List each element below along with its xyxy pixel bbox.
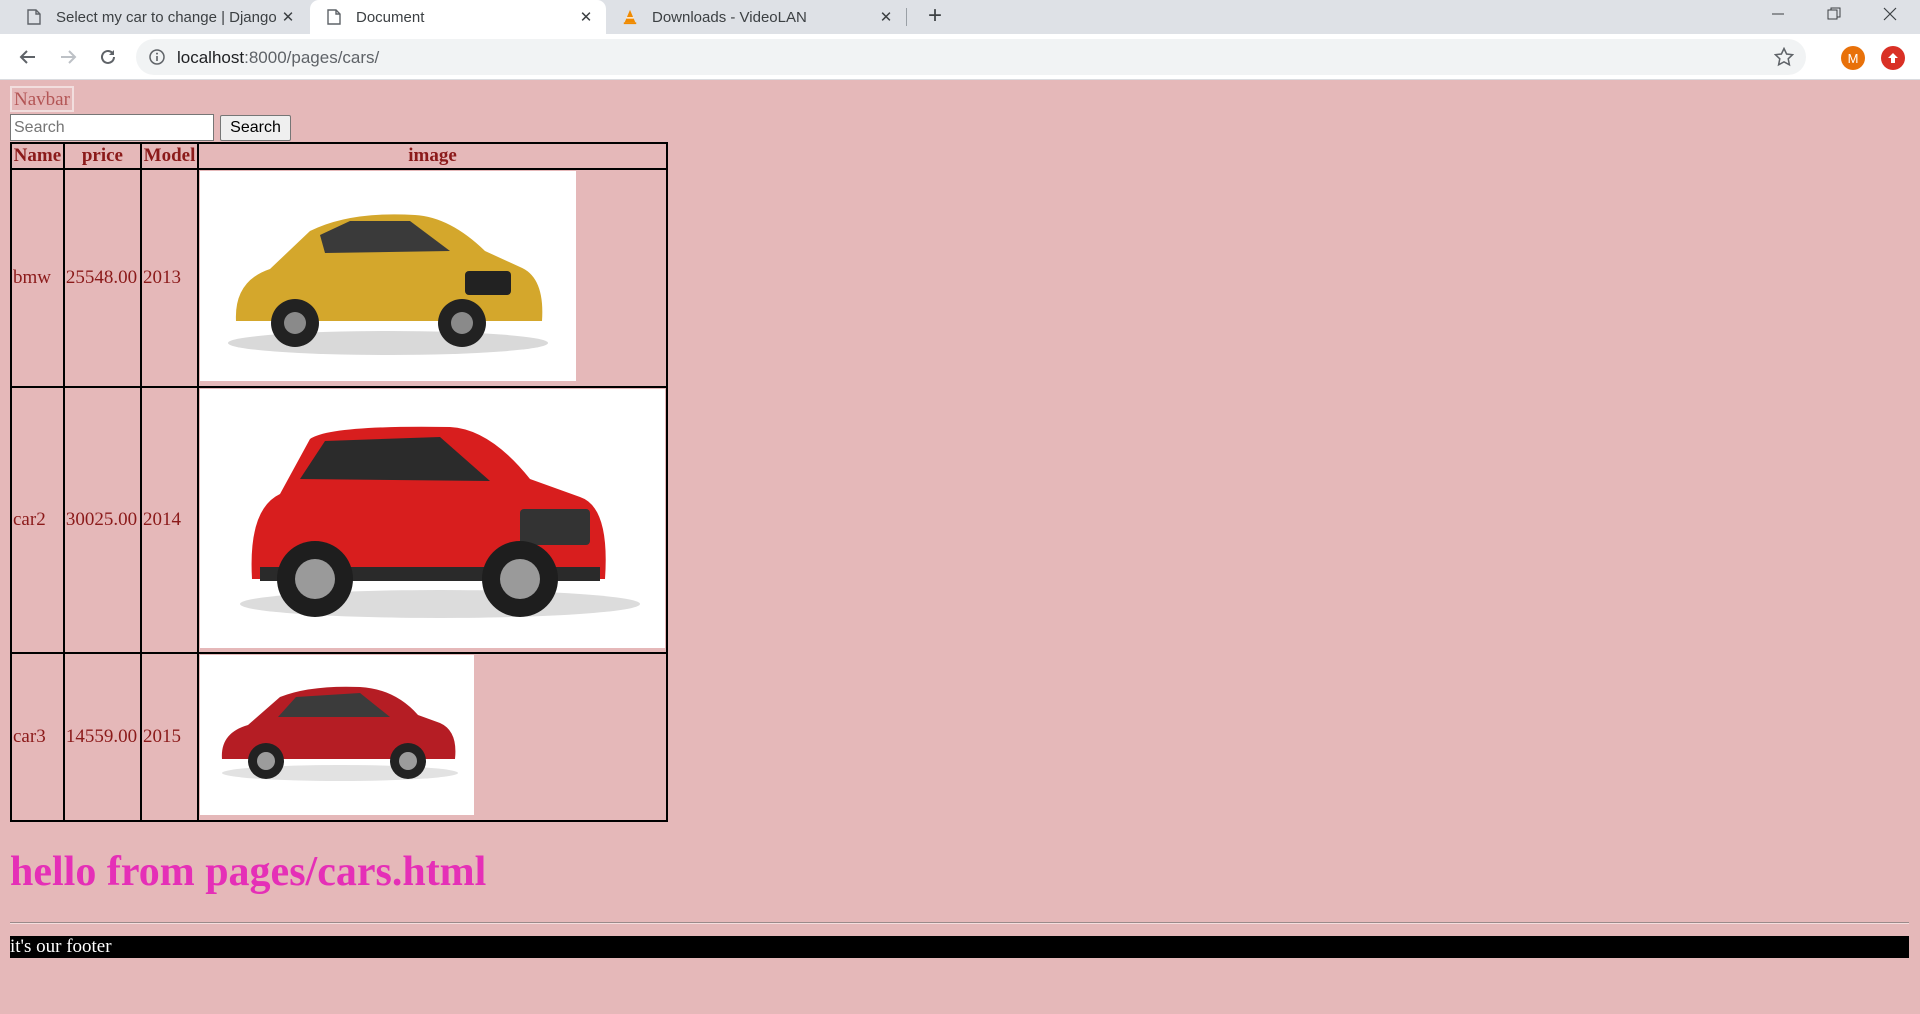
tab-title: Downloads - VideoLAN (652, 8, 807, 26)
footer: it's our footer (10, 936, 1909, 958)
red-compact-car-image (200, 655, 474, 815)
close-icon[interactable]: ✕ (576, 7, 596, 27)
profile-avatar[interactable]: M (1841, 46, 1865, 70)
back-button[interactable] (12, 41, 44, 73)
close-icon[interactable]: ✕ (876, 7, 896, 27)
cell-model: 2013 (141, 169, 198, 387)
page-icon (26, 9, 42, 25)
address-bar[interactable]: localhost:8000/pages/cars/ (136, 39, 1806, 75)
url-path: :8000/pages/cars/ (244, 48, 380, 67)
header-model: Model (141, 143, 198, 169)
table-header-row: Name price Model image (11, 143, 667, 169)
extension-icon[interactable] (1881, 46, 1905, 70)
cell-image (198, 653, 667, 821)
yellow-hatchback-car-image (200, 171, 576, 381)
page-heading: hello from pages/cars.html (10, 849, 487, 895)
navbar: Navbar (10, 86, 74, 112)
cell-price: 25548.00 (63, 169, 142, 387)
minimize-button[interactable] (1748, 0, 1808, 28)
close-icon[interactable]: ✕ (278, 7, 298, 27)
cell-model: 2015 (141, 653, 198, 821)
url-text: localhost:8000/pages/cars/ (177, 48, 379, 68)
table-row: car2 30025.00 2014 (11, 387, 667, 653)
table-row: car3 14559.00 2015 (11, 653, 667, 821)
cell-image (198, 169, 667, 387)
tab-django-admin[interactable]: Select my car to change | Django site ad… (12, 0, 308, 34)
cell-name: car2 (11, 387, 64, 653)
cars-table: Name price Model image bmw 25548.00 2013 (10, 142, 668, 822)
red-suv-car-image (200, 389, 665, 648)
new-tab-button[interactable]: + (921, 2, 949, 30)
cell-model: 2014 (141, 387, 198, 653)
vlc-cone-icon (622, 9, 638, 25)
forward-button[interactable] (52, 41, 84, 73)
tab-title: Document (356, 8, 425, 26)
header-image: image (198, 143, 667, 169)
close-window-button[interactable] (1860, 0, 1920, 28)
url-host: localhost (177, 48, 245, 67)
bookmark-star-icon[interactable] (1773, 46, 1795, 67)
divider (10, 922, 1909, 924)
tab-separator (906, 8, 907, 26)
browser-toolbar: localhost:8000/pages/cars/ M (0, 34, 1920, 80)
search-button[interactable]: Search (220, 115, 291, 141)
search-input[interactable] (10, 114, 214, 141)
tab-document[interactable]: Document ✕ (310, 0, 606, 34)
header-price: price (63, 143, 142, 169)
info-icon[interactable] (149, 49, 165, 65)
tab-title: Select my car to change | Django site ad… (56, 8, 278, 26)
restore-button[interactable] (1804, 0, 1864, 28)
reload-button[interactable] (92, 41, 124, 73)
cell-name: car3 (11, 653, 64, 821)
tab-strip: Select my car to change | Django site ad… (0, 0, 1920, 34)
cell-image (198, 387, 667, 653)
cell-name: bmw (11, 169, 64, 387)
page-content: Navbar Search Name price Model image bmw… (0, 80, 1920, 1014)
cell-price: 30025.00 (63, 387, 142, 653)
header-name: Name (11, 143, 64, 169)
tab-videolan[interactable]: Downloads - VideoLAN ✕ (610, 0, 906, 34)
table-row: bmw 25548.00 2013 (11, 169, 667, 387)
page-icon (326, 9, 342, 25)
cell-price: 14559.00 (63, 653, 142, 821)
